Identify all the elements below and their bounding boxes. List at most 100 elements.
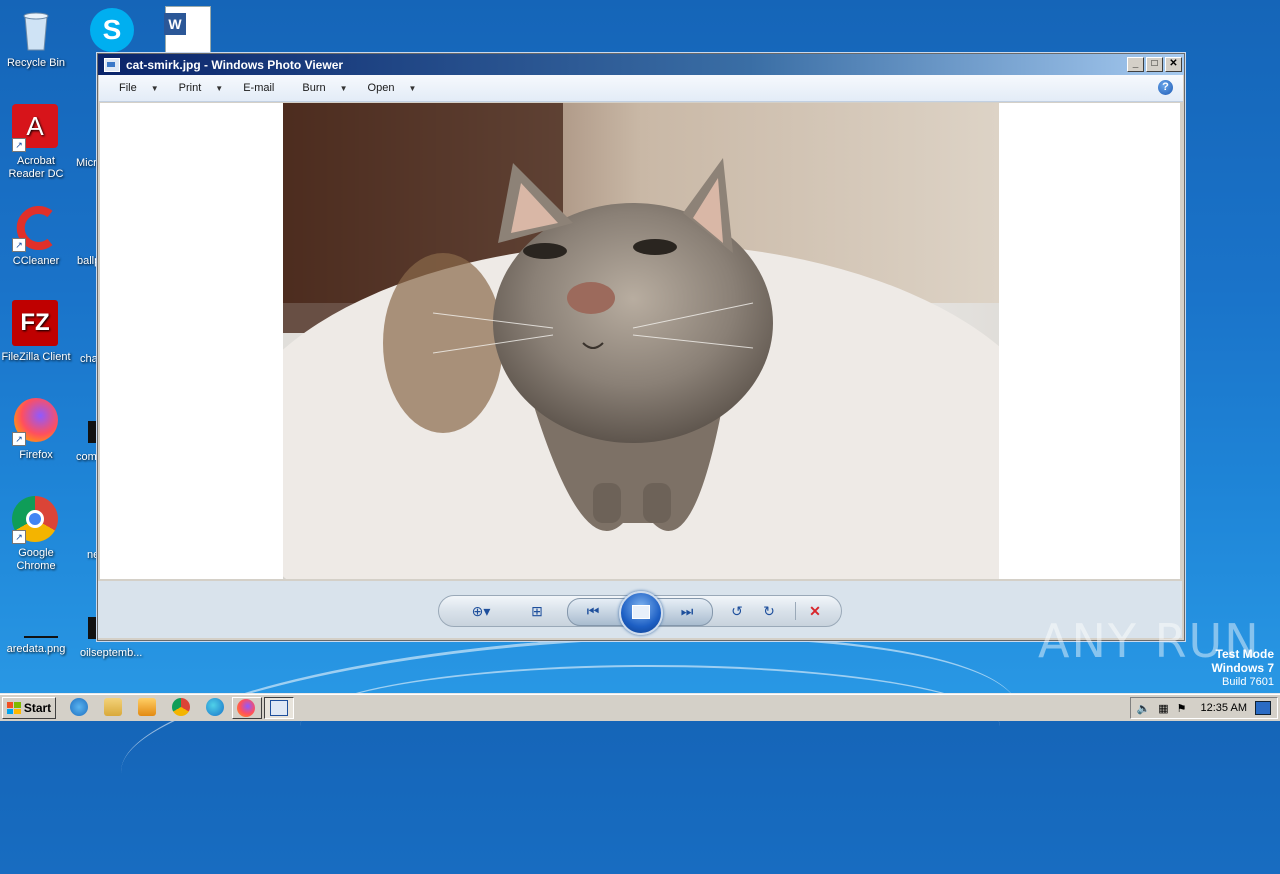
desktop-icon-partial[interactable]: cha [80, 353, 98, 365]
desktop-icon-chrome[interactable]: ↗ Google Chrome [0, 496, 74, 573]
window-title: cat-smirk.jpg - Windows Photo Viewer [126, 57, 344, 72]
action-center-flag-icon[interactable]: ⚑ [1177, 702, 1187, 715]
internet-explorer-icon[interactable] [70, 698, 88, 716]
desktop-icon-recycle-bin[interactable]: Recycle Bin [0, 6, 74, 70]
os-name-text: Windows 7 [1211, 661, 1274, 675]
shortcut-arrow-icon: ↗ [12, 432, 26, 446]
close-button[interactable]: ✕ [1165, 57, 1182, 72]
menu-print[interactable]: Print ▼ [159, 82, 224, 94]
desktop-icon-aredata[interactable]: aredata.png [0, 596, 74, 656]
desktop-icon-partial[interactable]: Micr [76, 157, 97, 169]
control-pill: ⊕▾ ⊞ ⏮ ⏭ ↺ ↻ ✕ [438, 591, 842, 635]
taskbar: Start 🔈 ▦ ⚑ 12:35 AM [0, 694, 1280, 721]
clock[interactable]: 12:35 AM [1201, 702, 1247, 714]
dropdown-caret-icon: ▼ [150, 83, 159, 93]
desktop-icon-partial[interactable]: oilseptemb... [80, 647, 142, 659]
photo-viewer-app-icon [104, 57, 120, 72]
windows-logo-icon [6, 702, 21, 714]
delete-icon: ✕ [809, 603, 821, 619]
fit-window-icon: ⊞ [531, 603, 543, 619]
desktop-icon-filezilla[interactable]: FZ FileZilla Client [0, 300, 74, 364]
edge-icon[interactable] [206, 698, 224, 716]
firefox-taskbar-button[interactable] [232, 697, 262, 719]
menu-file[interactable]: File ▼ [99, 82, 159, 94]
chrome-icon: ↗ [12, 496, 60, 544]
menu-email[interactable]: E-mail [223, 82, 274, 94]
desktop-icon-partial[interactable]: com [76, 451, 97, 463]
next-icon: ⏭ [680, 603, 694, 619]
show-desktop-icon[interactable] [1255, 701, 1271, 715]
menu-bar: File ▼ Print ▼ E-mail Burn ▼ Open ▼ ? [99, 75, 1183, 102]
previous-icon: ⏮ [586, 603, 600, 619]
network-icon[interactable]: ▦ [1158, 702, 1168, 715]
partial-icon [88, 617, 96, 639]
maximize-button[interactable]: □ [1146, 57, 1163, 72]
menu-label: Open [367, 82, 395, 94]
menu-label: E-mail [243, 82, 275, 94]
ccleaner-icon: ↗ [12, 204, 60, 252]
dropdown-caret-icon: ▼ [215, 83, 224, 93]
chrome-taskbar-icon[interactable] [172, 698, 190, 716]
desktop-icon-label: Acrobat Reader DC [8, 155, 64, 180]
system-tray: 🔈 ▦ ⚑ 12:35 AM [1129, 697, 1278, 719]
image-file-icon [12, 596, 60, 640]
menu-open[interactable]: Open ▼ [348, 82, 417, 94]
acrobat-icon: A ↗ [12, 104, 60, 152]
help-icon[interactable]: ? [1158, 80, 1173, 95]
start-label: Start [23, 701, 52, 715]
photo-viewer-taskbar-button[interactable] [264, 697, 294, 719]
menu-label: Print [178, 82, 202, 94]
rotate-counterclockwise-icon: ↺ [731, 603, 743, 619]
zoom-button[interactable]: ⊕▾ [463, 600, 499, 622]
skype-icon[interactable]: S [90, 8, 134, 52]
next-button[interactable]: ⏭ [673, 600, 701, 622]
dropdown-caret-icon: ▼ [339, 83, 348, 93]
desktop-icon-label: Recycle Bin [6, 57, 66, 69]
menu-burn[interactable]: Burn ▼ [274, 82, 347, 94]
desktop-icon-label: CCleaner [12, 255, 60, 267]
filezilla-icon: FZ [12, 300, 60, 348]
slideshow-icon [632, 605, 650, 619]
desktop-icon-label: Firefox [19, 449, 53, 461]
file-explorer-icon[interactable] [104, 698, 122, 716]
shortcut-arrow-icon: ↗ [12, 138, 26, 152]
shortcut-arrow-icon: ↗ [12, 530, 26, 544]
build-text: Build 7601 [1222, 676, 1274, 688]
photo-viewer-icon [270, 700, 288, 716]
cat-photo [283, 103, 999, 579]
shortcut-arrow-icon: ↗ [12, 238, 26, 252]
image-viewport[interactable] [100, 103, 1180, 579]
desktop-icon-acrobat[interactable]: A ↗ Acrobat Reader DC [0, 104, 74, 181]
rotate-clockwise-icon: ↻ [763, 603, 775, 619]
slideshow-button[interactable] [619, 591, 663, 635]
delete-button[interactable]: ✕ [801, 600, 829, 622]
photo-viewer-window: cat-smirk.jpg - Windows Photo Viewer _ □… [97, 53, 1185, 641]
actual-size-button[interactable]: ⊞ [523, 600, 551, 622]
title-bar[interactable]: cat-smirk.jpg - Windows Photo Viewer _ □… [98, 54, 1184, 75]
rotate-cw-button[interactable]: ↻ [755, 600, 783, 622]
minimize-button[interactable]: _ [1127, 57, 1144, 72]
separator [795, 602, 796, 620]
media-player-icon[interactable] [138, 698, 156, 716]
desktop-icon-label: aredata.png [6, 643, 66, 655]
recycle-bin-icon [12, 6, 60, 54]
previous-button[interactable]: ⏮ [579, 600, 607, 622]
control-bar: ⊕▾ ⊞ ⏮ ⏭ ↺ ↻ ✕ [98, 581, 1182, 638]
dropdown-caret-icon: ▼ [408, 83, 417, 93]
desktop-icon-label: FileZilla Client [1, 351, 71, 363]
menu-label: Burn [302, 82, 326, 94]
start-button[interactable]: Start [2, 697, 56, 719]
volume-icon[interactable]: 🔈 [1137, 702, 1151, 715]
partial-icon [88, 421, 96, 443]
rotate-ccw-button[interactable]: ↺ [723, 600, 751, 622]
firefox-icon: ↗ [12, 398, 60, 446]
test-mode-text: Test Mode [1215, 647, 1274, 661]
desktop-icon-label: Google Chrome [16, 547, 56, 572]
desktop-icon-ccleaner[interactable]: ↗ CCleaner [0, 204, 74, 268]
word-document-icon[interactable]: W [164, 6, 211, 54]
desktop-icon-firefox[interactable]: ↗ Firefox [0, 398, 74, 462]
zoom-icon: ⊕▾ [471, 603, 491, 619]
menu-label: File [119, 82, 137, 94]
system-info: Test Mode Windows 7 Build 7601 [1211, 647, 1274, 689]
firefox-icon [237, 699, 255, 717]
